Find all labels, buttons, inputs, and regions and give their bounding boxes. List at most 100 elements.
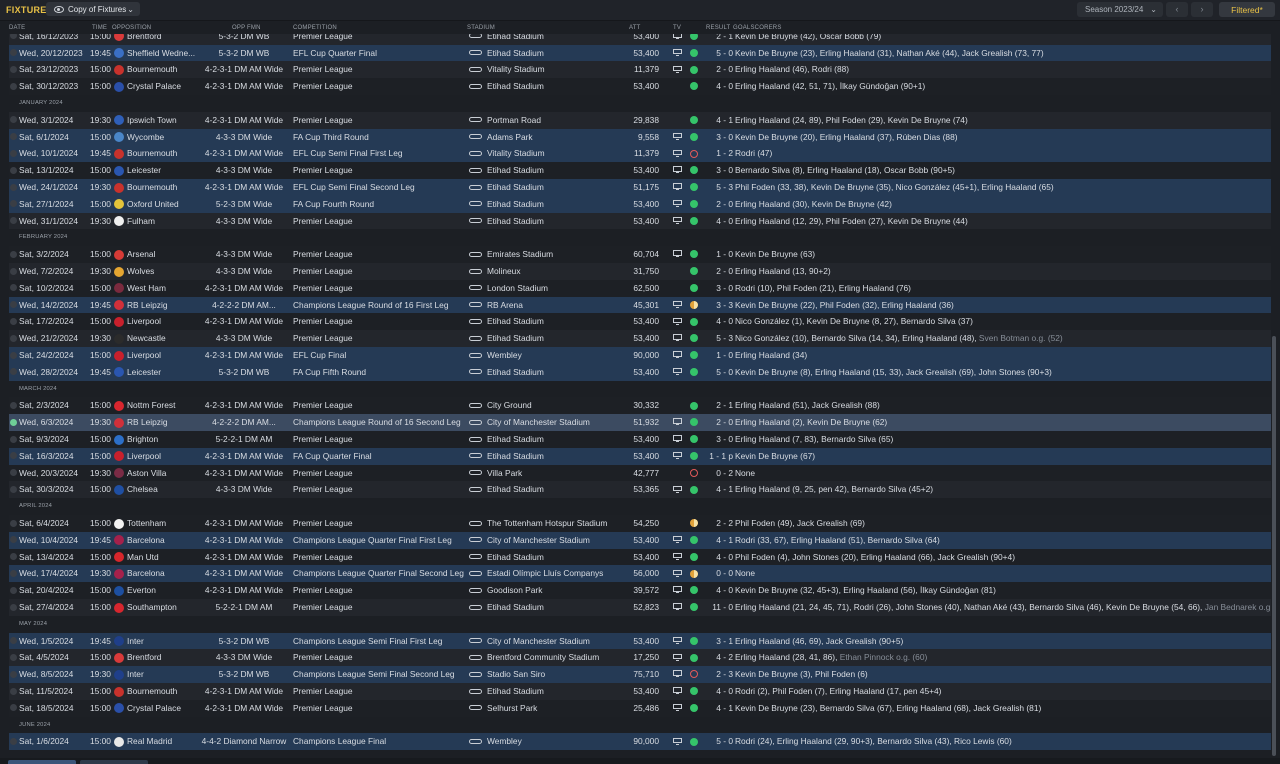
opposition-link[interactable]: Inter xyxy=(127,666,199,683)
result-score[interactable]: 4 - 1 xyxy=(701,532,733,549)
select-dot[interactable] xyxy=(10,519,17,527)
result-score[interactable]: 4 - 1 xyxy=(701,700,733,717)
scrollbar[interactable] xyxy=(1272,336,1276,756)
opposition-link[interactable]: Arsenal xyxy=(127,246,199,263)
opposition-link[interactable]: Wolves xyxy=(127,263,199,280)
competition-link[interactable]: Premier League xyxy=(293,683,469,700)
select-dot[interactable] xyxy=(10,284,17,292)
fixture-row[interactable]: Sat, 30/3/2024 15:00 Chelsea 4-3-3 DM Wide P… xyxy=(9,481,1271,499)
fixture-row[interactable]: Wed, 6/3/2024 19:30 RB Leipzig 4-2-2-2 DM A… xyxy=(9,414,1271,431)
competition-link[interactable]: EFL Cup Semi Final Second Leg xyxy=(293,179,469,196)
fixture-row[interactable]: Wed, 1/5/2024 19:45 Inter 5-3-2 DM WB Champi… xyxy=(9,632,1271,650)
result-score[interactable]: 3 - 0 xyxy=(701,162,733,179)
select-dot[interactable] xyxy=(10,737,17,745)
fixture-row[interactable]: Sat, 10/2/2024 15:00 West Ham 4-2-3-1 DM AM… xyxy=(9,279,1271,297)
fixture-row[interactable]: Wed, 21/2/2024 19:30 Newcastle 4-3-3 DM Wid… xyxy=(9,330,1271,347)
season-selector[interactable]: Season 2023/24 ⌄ xyxy=(1077,2,1163,17)
select-dot[interactable] xyxy=(10,217,17,225)
result-score[interactable]: 4 - 0 xyxy=(701,313,733,330)
select-dot[interactable] xyxy=(10,317,17,325)
opposition-link[interactable]: Tottenham xyxy=(127,515,199,532)
select-dot[interactable] xyxy=(10,418,17,426)
select-dot[interactable] xyxy=(10,485,17,493)
opposition-link[interactable]: Liverpool xyxy=(127,347,199,364)
opposition-link[interactable]: West Ham xyxy=(127,280,199,297)
filter-button[interactable]: Filtered* xyxy=(1219,2,1275,17)
fixture-row[interactable]: Wed, 10/1/2024 19:45 Bournemouth 4-2-3-1 DM… xyxy=(9,145,1271,163)
result-score[interactable]: 2 - 0 xyxy=(701,61,733,78)
select-dot[interactable] xyxy=(10,301,17,309)
fixture-row[interactable]: Sat, 18/5/2024 15:00 Crystal Palace 4-2-3-1… xyxy=(9,699,1271,717)
select-dot[interactable] xyxy=(10,49,17,57)
select-dot[interactable] xyxy=(10,116,17,124)
opposition-link[interactable]: Wycombe xyxy=(127,129,199,146)
competition-link[interactable]: Champions League Quarter Final Second Le… xyxy=(293,565,469,582)
view-dropdown[interactable]: Copy of Fixtures ⌄ xyxy=(46,2,140,16)
result-score[interactable]: 3 - 0 xyxy=(701,280,733,297)
opposition-link[interactable]: Man Utd xyxy=(127,549,199,566)
result-score[interactable]: 3 - 3 xyxy=(701,297,733,314)
fixture-row[interactable]: Wed, 28/2/2024 19:45 Leicester 5-3-2 DM WB F… xyxy=(9,363,1271,381)
competition-link[interactable]: Premier League xyxy=(293,649,469,666)
fixture-row[interactable]: Wed, 8/5/2024 19:30 Inter 5-3-2 DM WB Champi… xyxy=(9,666,1271,683)
opposition-link[interactable]: Crystal Palace xyxy=(127,78,199,95)
result-score[interactable]: 5 - 0 xyxy=(701,364,733,381)
fixture-row[interactable]: Sat, 3/2/2024 15:00 Arsenal 4-3-3 DM Wide Pr… xyxy=(9,246,1271,263)
competition-link[interactable]: Premier League xyxy=(293,431,469,448)
result-score[interactable]: 4 - 0 xyxy=(701,78,733,95)
competition-link[interactable]: Champions League Semi Final First Leg xyxy=(293,633,469,650)
competition-link[interactable]: Champions League Semi Final Second Leg xyxy=(293,666,469,683)
competition-link[interactable]: Premier League xyxy=(293,465,469,482)
opposition-link[interactable]: Southampton xyxy=(127,599,199,616)
next-season-button[interactable]: › xyxy=(1191,2,1213,17)
result-score[interactable]: 4 - 0 xyxy=(701,549,733,566)
result-score[interactable]: 5 - 3 xyxy=(701,179,733,196)
competition-link[interactable]: FA Cup Third Round xyxy=(293,129,469,146)
fixture-row[interactable]: Wed, 10/4/2024 19:45 Barcelona 4-2-3-1 DM A… xyxy=(9,531,1271,549)
result-score[interactable]: 5 - 0 xyxy=(701,45,733,62)
result-score[interactable]: 4 - 2 xyxy=(701,649,733,666)
result-score[interactable]: 4 - 1 xyxy=(701,112,733,129)
result-score[interactable]: 2 - 0 xyxy=(701,263,733,280)
select-dot[interactable] xyxy=(10,452,17,460)
select-dot[interactable] xyxy=(10,637,17,645)
opposition-link[interactable]: Brentford xyxy=(127,34,199,45)
result-score[interactable]: 1 - 2 xyxy=(701,145,733,162)
result-score[interactable]: 2 - 1 xyxy=(701,397,733,414)
competition-link[interactable]: Premier League xyxy=(293,213,469,230)
opposition-link[interactable]: RB Leipzig xyxy=(127,414,199,431)
select-dot[interactable] xyxy=(10,267,17,275)
previous-season-button[interactable]: ‹ xyxy=(1166,2,1188,17)
competition-link[interactable]: Premier League xyxy=(293,280,469,297)
result-score[interactable]: 2 - 0 xyxy=(701,196,733,213)
fixture-row[interactable]: Wed, 17/4/2024 19:30 Barcelona 4-2-3-1 DM A… xyxy=(9,565,1271,583)
fixture-row[interactable]: Sat, 17/2/2024 15:00 Liverpool 4-2-3-1 DM A… xyxy=(9,313,1271,331)
competition-link[interactable]: Premier League xyxy=(293,599,469,616)
opposition-link[interactable]: Aston Villa xyxy=(127,465,199,482)
bottom-tab[interactable] xyxy=(80,760,148,764)
competition-link[interactable]: Premier League xyxy=(293,34,469,45)
competition-link[interactable]: Premier League xyxy=(293,582,469,599)
select-dot[interactable] xyxy=(10,133,17,141)
fixture-row[interactable]: Sat, 6/4/2024 15:00 Tottenham 4-2-3-1 DM AM… xyxy=(9,515,1271,532)
fixture-row[interactable]: Sat, 4/5/2024 15:00 Brentford 4-3-3 DM Wide… xyxy=(9,649,1271,667)
opposition-link[interactable]: Liverpool xyxy=(127,448,199,465)
competition-link[interactable]: Champions League Final xyxy=(293,733,469,750)
select-dot[interactable] xyxy=(10,401,17,409)
select-dot[interactable] xyxy=(10,569,17,577)
select-dot[interactable] xyxy=(10,65,17,73)
select-dot[interactable] xyxy=(10,200,17,208)
competition-link[interactable]: EFL Cup Quarter Final xyxy=(293,45,469,62)
competition-link[interactable]: Premier League xyxy=(293,246,469,263)
opposition-link[interactable]: Barcelona xyxy=(127,532,199,549)
fixture-row[interactable]: Sat, 13/4/2024 15:00 Man Utd 4-2-3-1 DM AM … xyxy=(9,548,1271,566)
opposition-link[interactable]: Ipswich Town xyxy=(127,112,199,129)
competition-link[interactable]: FA Cup Quarter Final xyxy=(293,448,469,465)
result-score[interactable]: 3 - 0 xyxy=(701,129,733,146)
select-dot[interactable] xyxy=(10,166,17,174)
competition-link[interactable]: Premier League xyxy=(293,397,469,414)
fixture-row[interactable]: Wed, 7/2/2024 19:30 Wolves 4-3-3 DM Wide Pre… xyxy=(9,263,1271,280)
opposition-link[interactable]: Brighton xyxy=(127,431,199,448)
competition-link[interactable]: Champions League Round of 16 First Leg xyxy=(293,297,469,314)
fixture-row[interactable]: Sat, 13/1/2024 15:00 Leicester 4-3-3 DM Wid… xyxy=(9,162,1271,179)
